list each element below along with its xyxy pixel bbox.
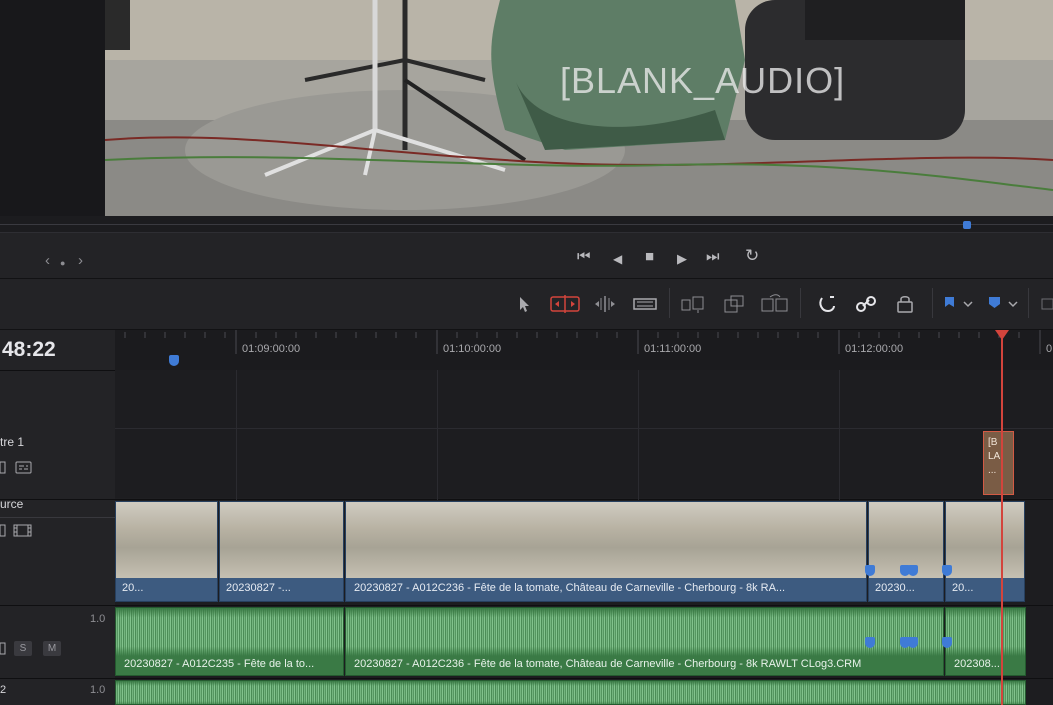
toolbar-separator (1028, 288, 1029, 318)
playhead[interactable] (1001, 338, 1003, 705)
video-track-toggle-icon[interactable] (0, 524, 6, 538)
snapping-icon[interactable] (816, 294, 838, 314)
ruler-label: 01:11:00:00 (644, 343, 702, 355)
mute-button[interactable]: M (43, 641, 61, 656)
playhead-handle[interactable] (995, 330, 1009, 340)
scrubber-track (0, 224, 1053, 225)
toolbar-separator (669, 288, 670, 318)
timeline-marker[interactable] (169, 355, 179, 366)
track-subdivider (115, 428, 1053, 429)
jog-dot[interactable]: ● (60, 256, 65, 271)
trim-edit-tool-icon[interactable] (550, 294, 580, 314)
clip-name: 20... (122, 582, 144, 594)
video-clip[interactable]: 20230827 - A012C236 - Fête de la tomate,… (345, 501, 867, 602)
zoom-icon[interactable] (1038, 294, 1053, 314)
video-clip[interactable]: 20... (115, 501, 218, 602)
clip-thumbnail (346, 502, 866, 578)
clip-name: 20230827 - A012C235 - Fête de la to... (124, 658, 315, 670)
subtitle-icon (15, 461, 32, 474)
subtitle-track-toggle-icon[interactable] (0, 461, 6, 475)
loop-button[interactable]: ↻ (745, 247, 759, 264)
selection-tool-icon[interactable] (514, 294, 536, 314)
video-clip[interactable]: 20... (945, 501, 1025, 602)
audio-clip[interactable]: 20230827 - A012C236 - Fête de la tomate,… (345, 607, 944, 676)
audio-clip[interactable]: 20230827 - A012C235 - Fête de la to... (115, 607, 344, 676)
clip-name: 20230827 -... (226, 582, 291, 594)
grid-line (839, 370, 840, 500)
previous-frame-button[interactable]: ◀ (613, 252, 622, 267)
jog-left-button[interactable]: ‹ (45, 253, 50, 268)
clip-thumbnail (116, 502, 217, 578)
ruler-label: 01:12:00:00 (845, 343, 904, 355)
ruler-label: 01:10:00:00 (443, 343, 502, 355)
clip-marker[interactable] (942, 637, 952, 648)
jog-right-button[interactable]: › (78, 253, 83, 268)
timecode-display: 48:22 (2, 338, 56, 361)
dynamic-trim-tool-icon[interactable] (592, 294, 618, 314)
marker-icon[interactable] (985, 294, 1007, 314)
clip-thumbnail (220, 502, 343, 578)
clip-name: 20230... (875, 582, 915, 594)
audio-clip[interactable] (115, 680, 1026, 705)
replace-clip-icon[interactable] (760, 294, 790, 314)
clip-name: 20230827 - A012C236 - Fête de la tomate,… (354, 582, 786, 594)
clip-marker[interactable] (865, 637, 875, 648)
linked-selection-icon[interactable] (855, 294, 877, 314)
header-divider (0, 517, 115, 518)
flag-icon[interactable] (942, 294, 964, 314)
audio2-track-name[interactable]: 2 (0, 684, 6, 696)
clip-marker[interactable] (908, 637, 918, 648)
overwrite-clip-icon[interactable] (722, 294, 748, 314)
video-track-name[interactable]: urce (0, 497, 23, 511)
first-frame-button[interactable]: ⏮ (577, 249, 591, 264)
clip-marker[interactable] (942, 565, 952, 576)
audio-waveform (346, 608, 943, 656)
transport-bar (0, 233, 1053, 279)
clip-name: 202308... (954, 658, 1000, 670)
audio1-volume[interactable]: 1.0 (90, 613, 105, 625)
subtitle-track-name[interactable]: tre 1 (0, 435, 24, 449)
viewer-frame-image (105, 0, 1053, 216)
clip-name: 20... (952, 582, 974, 594)
video-viewer[interactable] (105, 0, 1053, 216)
audio-clip[interactable]: 202308... (945, 607, 1026, 676)
grid-line (236, 370, 237, 500)
audio-waveform (946, 608, 1025, 656)
solo-button[interactable]: S (14, 641, 32, 656)
toolbar-separator (800, 288, 801, 318)
video-clip[interactable]: 20230... (868, 501, 944, 602)
subtitle-track[interactable] (115, 370, 1053, 498)
chevron-down-icon[interactable] (1007, 294, 1019, 314)
subtitle-overlay: [BLANK_AUDIO] (560, 60, 846, 101)
blade-tool-icon[interactable] (633, 294, 657, 314)
audio2-volume[interactable]: 1.0 (90, 684, 105, 696)
chevron-down-icon[interactable] (962, 294, 974, 314)
clip-marker[interactable] (865, 565, 875, 576)
audio-track-toggle-icon[interactable] (0, 642, 6, 656)
grid-line (638, 370, 639, 500)
ruler-label: 0 (1046, 343, 1053, 355)
ruler-label: 01:09:00:00 (242, 343, 301, 355)
grid-line (437, 370, 438, 500)
clip-thumbnail (946, 502, 1024, 578)
viewer-side-panel (0, 0, 105, 216)
clip-marker[interactable] (908, 565, 918, 576)
insert-clip-icon[interactable] (681, 294, 709, 314)
toolbar-separator (932, 288, 933, 318)
audio-waveform (116, 608, 343, 656)
audio-waveform (116, 681, 1025, 704)
video-clip[interactable]: 20230827 -... (219, 501, 344, 602)
clip-name: 20230827 - A012C236 - Fête de la tomate,… (354, 658, 862, 670)
last-frame-button[interactable]: ⏭ (706, 249, 720, 264)
scrubber-marker[interactable] (963, 221, 971, 229)
stop-button[interactable]: ■ (645, 249, 654, 264)
position-lock-icon[interactable] (894, 294, 916, 314)
film-icon (13, 524, 32, 537)
subtitle-clip[interactable]: [B LA ... (983, 431, 1014, 495)
play-button[interactable]: ▶ (677, 251, 687, 266)
